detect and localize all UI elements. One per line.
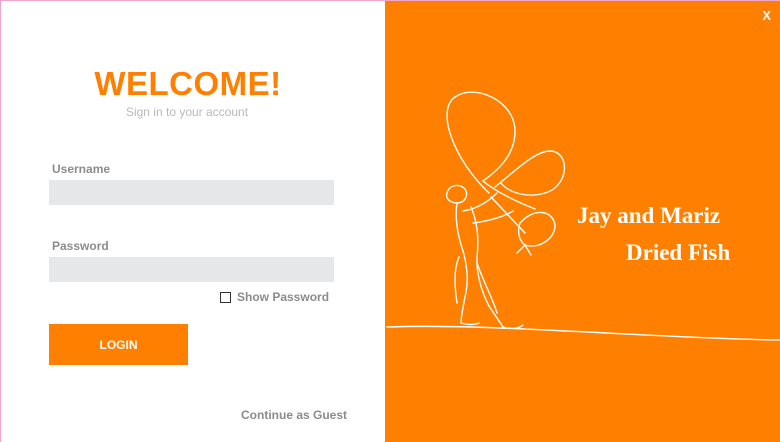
continue-as-guest-link[interactable]: Continue as Guest (241, 408, 347, 422)
brand-panel: X Jay and Mariz Dried Fish (385, 1, 780, 442)
username-input[interactable] (49, 180, 334, 205)
login-window: WELCOME! Sign in to your account Usernam… (0, 0, 780, 442)
login-button[interactable]: LOGIN (49, 324, 188, 365)
show-password-checkbox[interactable] (220, 291, 231, 303)
login-panel: WELCOME! Sign in to your account Usernam… (1, 1, 385, 442)
password-label: Password (52, 239, 109, 253)
show-password-label: Show Password (237, 290, 330, 304)
brand-name-line-2: Dried Fish (626, 240, 731, 265)
show-password-toggle[interactable]: Show Password (220, 290, 329, 304)
username-label: Username (52, 162, 111, 176)
password-input[interactable] (49, 257, 334, 282)
brand-name-line-1: Jay and Mariz (577, 203, 721, 228)
welcome-title: WELCOME! (94, 65, 282, 102)
welcome-subtitle: Sign in to your account (125, 105, 249, 119)
